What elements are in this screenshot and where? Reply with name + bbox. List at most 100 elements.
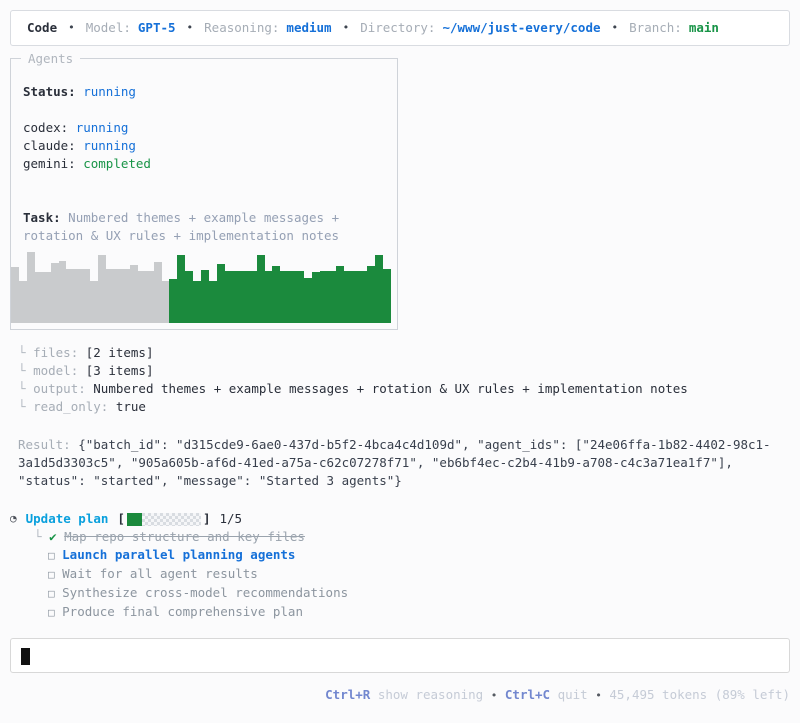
spark-bar — [248, 271, 257, 323]
text-cursor — [21, 648, 30, 665]
spark-bar — [288, 271, 297, 323]
spark-bar — [280, 271, 289, 323]
tree-corner-icon: └ — [18, 381, 26, 396]
status-bar: Code • Model: GPT-5 • Reasoning: medium … — [10, 10, 790, 46]
separator-dot-icon: • — [68, 21, 75, 34]
spark-bar — [367, 266, 376, 323]
plan-item-pending: □ Wait for all agent results — [34, 565, 790, 584]
reasoning-value: medium — [286, 20, 332, 35]
agent-name: codex: — [23, 120, 69, 135]
spark-bar — [106, 269, 114, 323]
status-label: Status: — [23, 84, 76, 99]
result-block: Result: {"batch_id": "d315cde9-6ae0-437d… — [18, 436, 780, 490]
agent-name: gemini: — [23, 156, 76, 171]
plan-item-label: Produce final comprehensive plan — [62, 604, 303, 619]
agent-row: codex: running — [23, 119, 385, 137]
plan-item-active: □ Launch parallel planning agents — [34, 546, 790, 565]
tree-corner-icon: └ — [18, 399, 26, 414]
terminal-app: Code • Model: GPT-5 • Reasoning: medium … — [0, 10, 800, 705]
agents-panel: Agents Status: running codex: running cl… — [10, 50, 398, 330]
spark-bar — [375, 255, 384, 323]
param-row: └ model: [3 items] — [18, 362, 800, 380]
bracket-close: ] — [202, 511, 211, 526]
spark-bar — [177, 255, 186, 323]
plan-header: ◔ Update plan [ ] 1/5 — [10, 510, 790, 528]
directory-label: Directory: — [360, 20, 436, 35]
spark-bar — [66, 269, 75, 323]
spark-bar — [185, 271, 194, 323]
spark-bar — [34, 272, 43, 323]
result-json: {"batch_id": "d315cde9-6ae0-437d-b5f2-4b… — [18, 437, 771, 488]
spark-bar — [256, 255, 265, 323]
checkbox-icon: □ — [48, 568, 55, 581]
spark-bar — [272, 266, 281, 323]
status-value: running — [83, 84, 136, 99]
task-line: Task: Numbered themes + example messages… — [23, 209, 385, 245]
shortcut-label: show reasoning — [377, 687, 484, 702]
spark-bar — [224, 271, 233, 323]
plan-progress-fill — [126, 512, 142, 526]
spark-bar — [209, 281, 217, 323]
spark-bar — [304, 278, 313, 323]
footer-bar: Ctrl+R show reasoning • Ctrl+C quit • 45… — [10, 686, 790, 705]
spark-bar — [161, 281, 170, 323]
spark-bar — [264, 271, 273, 323]
result-label: Result: — [18, 437, 71, 452]
separator-dot-icon: • — [611, 21, 619, 34]
param-key: output: — [33, 381, 86, 396]
param-value: Numbered themes + example messages + rot… — [93, 381, 688, 396]
reasoning-label: Reasoning: — [204, 20, 280, 35]
param-row: └ files: [2 items] — [18, 344, 800, 362]
tree-corner-icon: └ — [18, 363, 26, 378]
separator-dot-icon: • — [342, 21, 350, 34]
tool-call-params: └ files: [2 items] └ model: [3 items] └ … — [18, 344, 800, 416]
directory-value: ~/www/just-every/code — [442, 20, 601, 35]
spark-bar — [383, 269, 392, 323]
spark-bar — [58, 261, 67, 323]
model-value: GPT-5 — [137, 20, 176, 35]
plan-item-label: Synthesize cross-model recommendations — [62, 585, 349, 600]
agent-row: gemini: completed — [23, 155, 385, 173]
shortcut-key: Ctrl+R — [325, 687, 371, 702]
spark-bar — [153, 262, 162, 323]
agents-status-line: Status: running — [23, 83, 385, 101]
composer-input[interactable] — [10, 638, 790, 673]
agent-row: claude: running — [23, 137, 385, 155]
agent-name: claude: — [23, 138, 76, 153]
spark-bar — [169, 279, 178, 323]
param-value: true — [115, 399, 146, 414]
shortcut-key: Ctrl+C — [504, 687, 551, 702]
spark-bar — [121, 269, 130, 323]
checkbox-icon: □ — [48, 606, 55, 619]
task-text: Numbered themes + example messages + rot… — [23, 210, 340, 243]
branch-label: Branch: — [629, 20, 682, 35]
spark-bar — [343, 271, 352, 323]
separator-dot-icon: • — [186, 21, 194, 34]
param-row: └ output: Numbered themes + example mess… — [18, 380, 800, 398]
spark-bar — [42, 272, 51, 323]
separator-dot-icon: • — [490, 689, 498, 702]
plan-checklist: └ ✔ Map repo structure and key files □ L… — [34, 528, 790, 622]
spark-bar — [216, 264, 225, 323]
spark-bar — [26, 252, 35, 323]
plan-progress-bar: [ ] — [117, 510, 210, 528]
spark-bar — [312, 272, 320, 323]
spark-bar — [90, 281, 99, 323]
clock-icon: ◔ — [10, 512, 17, 525]
spark-bar — [129, 265, 138, 323]
separator-dot-icon: • — [595, 689, 602, 702]
spark-bar — [319, 271, 328, 323]
shortcut-label: quit — [557, 687, 588, 702]
spark-bar — [98, 255, 107, 323]
spark-bar — [50, 263, 59, 323]
spark-bar — [359, 271, 368, 323]
tree-corner-icon: └ — [34, 529, 42, 544]
spark-bar — [232, 271, 241, 323]
spark-bar — [113, 269, 122, 323]
spark-bar — [18, 281, 27, 323]
spark-bar — [327, 271, 336, 323]
plan-item-pending: □ Produce final comprehensive plan — [34, 603, 790, 622]
bracket-open: [ — [117, 511, 125, 526]
spark-bar — [145, 271, 154, 323]
spark-bar — [240, 271, 249, 323]
